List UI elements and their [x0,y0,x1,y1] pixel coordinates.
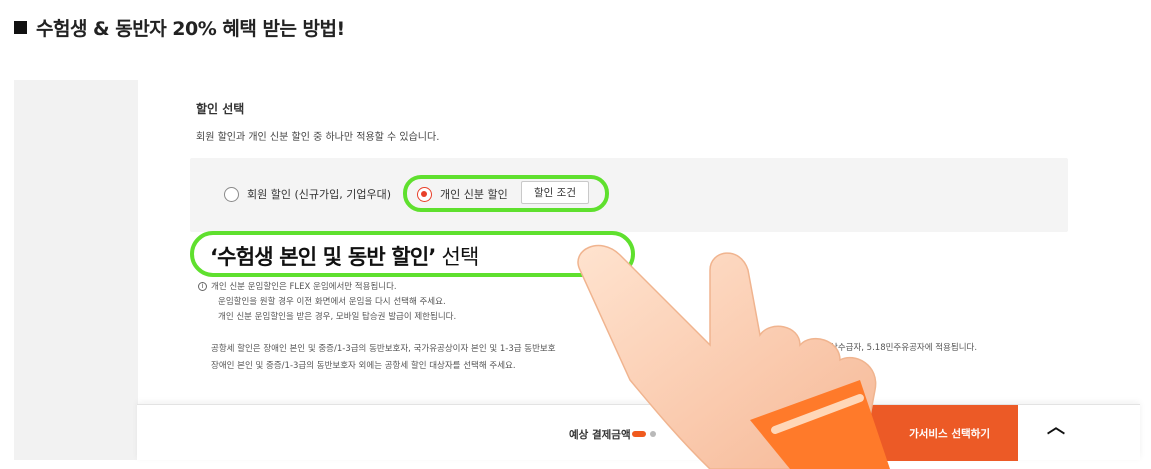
page-header: 수험생 & 동반자 20% 혜택 받는 방법! [14,12,345,42]
callout-bold: ‘수험생 본인 및 동반 할인’ [210,245,436,269]
square-bullet-icon [14,20,27,34]
pointing-hand-icon [577,244,890,469]
note-line-3: 개인 신분 운임할인을 받은 경우, 모바일 탑승권 발급이 제한됩니다. [218,312,457,322]
highlight-ring-option [403,175,609,212]
info-icon: i [198,282,207,291]
member-discount-option[interactable]: 회원 할인 (신규가입, 기업우대) [224,186,391,202]
discount-description: 회원 할인과 개인 신분 할인 중 하나만 적용할 수 있습니다. [196,132,440,143]
chevron-up-icon[interactable]: ︿ [1045,417,1067,439]
discount-notes: i 개인 신분 운임할인은 FLEX 운임에서만 적용됩니다. 운임할인을 원할 … [198,280,456,325]
callout-text: ‘수험생 본인 및 동반 할인’ 선택 [210,241,479,271]
note-line-2: 운임할인을 원할 경우 이전 화면에서 운임을 다시 선택해 주세요. [218,297,446,307]
discount-section-title: 할인 선택 [196,102,245,116]
note-line-1: 개인 신분 운임할인은 FLEX 운임에서만 적용됩니다. [211,282,397,292]
page-title: 수험생 & 동반자 20% 혜택 받는 방법! [36,17,345,40]
note-line-4: 공항세 할인은 장애인 본인 및 중증/1-3급의 동반보호자, 국가유공상이자… [211,344,556,354]
member-discount-label: 회원 할인 (신규가입, 기업우대) [247,188,392,201]
callout-suffix: 선택 [435,245,479,269]
note-line-5: 장애인 본인 및 중증/1-3급의 동반보호자 외에는 공항세 할인 대상자를 … [211,361,516,371]
radio-icon[interactable] [224,186,239,202]
airport-tax-notes: 공항세 할인은 장애인 본인 및 중증/1-3급의 동반보호자, 국가유공상이자… [211,341,556,375]
